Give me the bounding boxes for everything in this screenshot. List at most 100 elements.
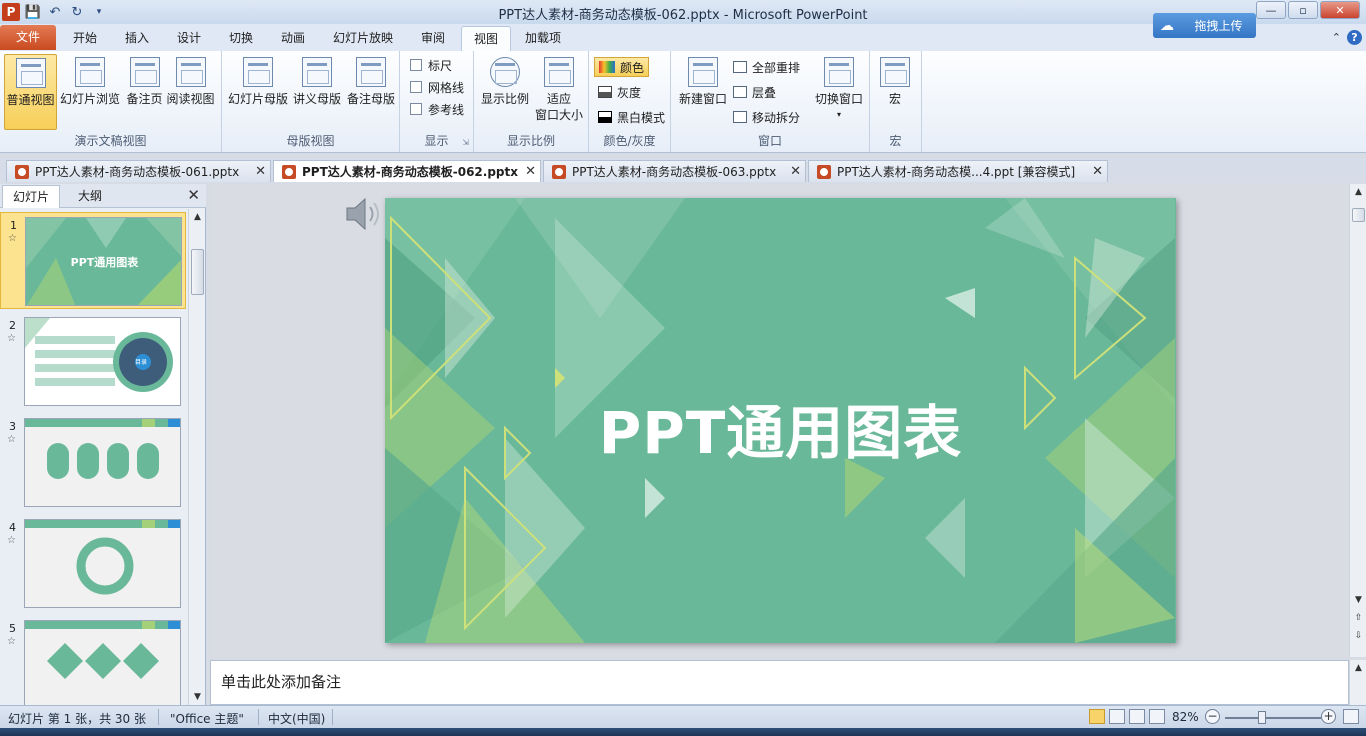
normal-view-icon[interactable]: [1089, 709, 1105, 724]
doc-tab-063[interactable]: PPT达人素材-商务动态模板-063.pptx ✕: [543, 160, 806, 182]
new-window-button[interactable]: 新建窗口: [675, 54, 731, 130]
notes-placeholder[interactable]: 单击此处添加备注: [221, 671, 341, 692]
tab-addins[interactable]: 加载项: [513, 26, 573, 51]
color-button[interactable]: 颜色: [594, 57, 650, 77]
maximize-button[interactable]: ▫: [1288, 1, 1318, 19]
tab-animations[interactable]: 动画: [269, 26, 317, 51]
scroll-down-icon[interactable]: ▼: [1350, 592, 1366, 608]
scroll-up-icon[interactable]: ▲: [1350, 660, 1366, 676]
close-tab-icon[interactable]: ✕: [525, 164, 536, 179]
slide-master-button[interactable]: 幻灯片母版: [227, 54, 289, 130]
reading-view-button[interactable]: 阅读视图: [164, 54, 217, 130]
guides-checkbox[interactable]: 参考线: [410, 100, 464, 118]
tab-insert[interactable]: 插入: [113, 26, 161, 51]
language-status[interactable]: 中文(中国): [268, 710, 325, 727]
close-tab-icon[interactable]: ✕: [790, 164, 801, 179]
switch-window-button[interactable]: 切换窗口 ▾: [811, 54, 867, 130]
doc-tab-061[interactable]: PPT达人素材-商务动态模板-061.pptx ✕: [6, 160, 271, 182]
close-tab-icon[interactable]: ✕: [255, 164, 266, 179]
document-tabs: PPT达人素材-商务动态模板-061.pptx ✕ PPT达人素材-商务动态模板…: [0, 158, 1366, 183]
fit-window-button[interactable]: 适应 窗口大小: [531, 54, 587, 130]
close-tab-icon[interactable]: ✕: [1092, 164, 1103, 179]
tab-home[interactable]: 开始: [61, 26, 109, 51]
upload-button[interactable]: ☁ 拖拽上传: [1153, 13, 1256, 38]
slide-count-status: 幻灯片 第 1 张，共 30 张: [8, 712, 146, 726]
slide-title[interactable]: PPT通用图表: [385, 386, 1176, 470]
reading-view-icon[interactable]: [1129, 709, 1145, 724]
panel-scroll-thumb[interactable]: [191, 249, 204, 295]
dialog-launcher-icon[interactable]: ⇲: [462, 138, 469, 147]
handout-master-button[interactable]: 讲义母版: [290, 54, 344, 130]
slide-thumb-2[interactable]: 2 ☆ 目录: [0, 313, 186, 410]
panel-tabs: 幻灯片 大纲 ✕: [0, 184, 206, 208]
slide-number: 5: [9, 622, 16, 635]
upload-label: 拖拽上传: [1194, 19, 1243, 33]
tab-slides[interactable]: 幻灯片: [2, 185, 60, 208]
tab-transitions[interactable]: 切换: [217, 26, 265, 51]
current-slide[interactable]: PPT通用图表: [385, 198, 1176, 643]
gridlines-checkbox[interactable]: 网格线: [410, 78, 464, 96]
zoom-button[interactable]: 显示比例: [478, 54, 532, 130]
audio-speaker-icon[interactable]: [343, 194, 383, 234]
zoom-level[interactable]: 82%: [1172, 710, 1199, 724]
ruler-checkbox[interactable]: 标尺: [410, 56, 452, 74]
status-bar: 幻灯片 第 1 张，共 30 张 "Office 主题" 中文(中国) 82% …: [0, 705, 1366, 728]
scroll-up-icon[interactable]: ▲: [1350, 184, 1366, 200]
previous-slide-icon[interactable]: ⇧: [1350, 610, 1366, 626]
fit-window-label-2: 窗口大小: [534, 108, 583, 122]
editor-scroll-thumb[interactable]: [1352, 208, 1365, 222]
slide-thumb-1[interactable]: 1 ☆ PPT通用图表: [0, 212, 186, 309]
slideshow-icon[interactable]: [1149, 709, 1165, 724]
slide-sorter-button[interactable]: 幻灯片浏览: [60, 54, 120, 130]
normal-view-button[interactable]: 普通视图: [4, 54, 57, 130]
cloud-icon: ☁: [1160, 17, 1174, 34]
tab-view[interactable]: 视图: [461, 26, 512, 51]
next-slide-icon[interactable]: ⇩: [1350, 628, 1366, 644]
scroll-up-icon[interactable]: ▲: [189, 209, 206, 225]
notes-scrollbar[interactable]: ▲: [1349, 660, 1366, 705]
gridlines-checkbox-box[interactable]: [410, 81, 422, 93]
minimize-ribbon-icon[interactable]: ⌃: [1332, 31, 1341, 44]
close-button[interactable]: ✕: [1320, 1, 1360, 19]
slide-thumb-5[interactable]: 5 ☆: [0, 616, 186, 705]
tab-slideshow[interactable]: 幻灯片放映: [321, 26, 405, 51]
doc-tab-label: PPT达人素材-商务动态模...4.ppt [兼容模式]: [837, 165, 1076, 179]
notes-master-button[interactable]: 备注母版: [344, 54, 398, 130]
theme-status[interactable]: "Office 主题": [170, 710, 244, 727]
notes-master-label: 备注母版: [346, 92, 395, 106]
black-white-button[interactable]: 黑白模式: [598, 107, 665, 127]
zoom-in-icon[interactable]: +: [1321, 709, 1336, 724]
zoom-out-icon[interactable]: −: [1205, 709, 1220, 724]
help-icon[interactable]: ?: [1347, 30, 1362, 45]
group-macro: 宏 宏: [870, 51, 922, 152]
tab-design[interactable]: 设计: [165, 26, 213, 51]
slides-panel: 幻灯片 大纲 ✕ 1 ☆ PPT通用图表 2 ☆ 目录 3 ☆ 4 ☆ 5 ☆ …: [0, 184, 206, 705]
tab-file[interactable]: 文件: [0, 25, 56, 50]
grayscale-icon: [598, 86, 612, 98]
guides-checkbox-box[interactable]: [410, 103, 422, 115]
ruler-checkbox-box[interactable]: [410, 59, 422, 71]
arrange-all-button[interactable]: 全部重排: [733, 57, 800, 77]
grayscale-button[interactable]: 灰度: [598, 82, 641, 102]
tab-outline[interactable]: 大纲: [61, 185, 119, 208]
group-zoom: 显示比例 适应 窗口大小 显示比例: [474, 51, 589, 152]
slide-thumb-4[interactable]: 4 ☆: [0, 515, 186, 612]
fit-slide-icon[interactable]: [1343, 709, 1359, 724]
tab-review[interactable]: 审阅: [409, 26, 457, 51]
move-split-button[interactable]: 移动拆分: [733, 107, 800, 127]
slide-thumb-3[interactable]: 3 ☆: [0, 414, 186, 511]
close-panel-icon[interactable]: ✕: [187, 186, 200, 204]
cascade-button[interactable]: 层叠: [733, 82, 776, 102]
editor-scrollbar[interactable]: ▲ ▼ ⇧ ⇩: [1349, 184, 1366, 657]
doc-tab-062[interactable]: PPT达人素材-商务动态模板-062.pptx ✕: [273, 160, 541, 182]
minimize-button[interactable]: —: [1256, 1, 1286, 19]
zoom-slider-track[interactable]: [1225, 717, 1321, 719]
slide-sorter-icon[interactable]: [1109, 709, 1125, 724]
scroll-down-icon[interactable]: ▼: [189, 689, 206, 705]
zoom-slider-handle[interactable]: [1258, 711, 1266, 724]
panel-scrollbar[interactable]: ▲ ▼: [188, 209, 205, 705]
doc-tab-064[interactable]: PPT达人素材-商务动态模...4.ppt [兼容模式] ✕: [808, 160, 1108, 182]
macro-button[interactable]: 宏: [870, 54, 920, 130]
notes-pane[interactable]: 单击此处添加备注: [210, 660, 1349, 705]
group-window: 新建窗口 全部重排 层叠 移动拆分 切换窗口 ▾ 窗口: [671, 51, 870, 152]
